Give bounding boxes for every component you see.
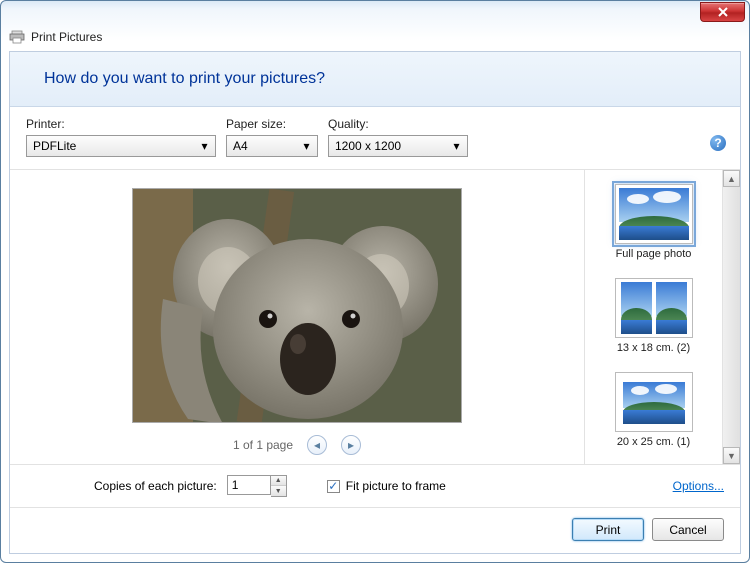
printer-icon: [9, 29, 25, 45]
printer-combobox[interactable]: PDFLite ▾: [26, 135, 216, 157]
scroll-up-button[interactable]: ▲: [723, 170, 740, 187]
print-controls-row: Printer: PDFLite ▾ Paper size: A4 ▾ Qual…: [10, 107, 740, 170]
layout-full-page[interactable]: Full page photo: [589, 178, 718, 268]
close-button[interactable]: [700, 2, 745, 22]
printer-label: Printer:: [26, 117, 216, 131]
quality-group: Quality: 1200 x 1200 ▾: [328, 117, 468, 157]
scroll-track[interactable]: [723, 187, 740, 447]
layout-thumb: [615, 372, 693, 432]
preview-area: 1 of 1 page ◂ ▸: [10, 170, 585, 464]
chevron-down-icon: ▾: [450, 139, 463, 153]
chevron-down-icon: ▾: [198, 139, 211, 153]
close-icon: [717, 7, 729, 17]
printer-value: PDFLite: [33, 139, 76, 153]
printer-group: Printer: PDFLite ▾: [26, 117, 216, 157]
copies-label: Copies of each picture:: [94, 479, 217, 493]
prev-page-button[interactable]: ◂: [307, 435, 327, 455]
triangle-right-icon: ▸: [348, 438, 354, 452]
layout-scrollbar[interactable]: ▲ ▼: [723, 170, 740, 464]
scroll-down-button[interactable]: ▼: [723, 447, 740, 464]
fit-to-frame-checkbox-group: ✓ Fit picture to frame: [327, 479, 446, 493]
quality-combobox[interactable]: 1200 x 1200 ▾: [328, 135, 468, 157]
quality-value: 1200 x 1200: [335, 139, 401, 153]
print-button[interactable]: Print: [572, 518, 644, 541]
layout-13x18[interactable]: 13 x 18 cm. (2): [589, 272, 718, 362]
koala-image: [133, 189, 462, 423]
options-link[interactable]: Options...: [673, 479, 724, 493]
button-row: Print Cancel: [10, 508, 740, 553]
copies-input[interactable]: [227, 475, 271, 495]
paper-size-combobox[interactable]: A4 ▾: [226, 135, 318, 157]
copies-decrement-button[interactable]: ▼: [271, 486, 286, 496]
preview-photo: [132, 188, 462, 423]
triangle-left-icon: ◂: [314, 438, 320, 452]
help-button[interactable]: ?: [710, 135, 726, 151]
paper-size-group: Paper size: A4 ▾: [226, 117, 318, 157]
fit-to-frame-checkbox[interactable]: ✓: [327, 480, 340, 493]
layout-list[interactable]: Full page photo 13 x 18 cm. (2): [585, 170, 723, 464]
titlebar: [1, 1, 749, 27]
layout-label: 20 x 25 cm. (1): [617, 436, 690, 448]
layout-label: Full page photo: [616, 248, 692, 260]
check-icon: ✓: [328, 479, 338, 493]
main-panel: How do you want to print your pictures? …: [9, 51, 741, 554]
layout-label: 13 x 18 cm. (2): [617, 342, 690, 354]
body-row: 1 of 1 page ◂ ▸: [10, 170, 740, 465]
help-icon: ?: [714, 136, 721, 150]
dialog-title: Print Pictures: [31, 30, 102, 44]
copies-increment-button[interactable]: ▲: [271, 476, 286, 486]
layout-thumb: [615, 184, 693, 244]
page-indicator: 1 of 1 page: [233, 438, 293, 452]
options-row: Copies of each picture: ▲ ▼ ✓ Fit pictur…: [10, 465, 740, 508]
copies-spinner: ▲ ▼: [227, 475, 287, 497]
paper-size-value: A4: [233, 139, 248, 153]
quality-label: Quality:: [328, 117, 468, 131]
print-pictures-dialog: Print Pictures How do you want to print …: [0, 0, 750, 563]
layout-thumb: [615, 278, 693, 338]
fit-to-frame-label: Fit picture to frame: [346, 479, 446, 493]
question-heading: How do you want to print your pictures?: [10, 52, 740, 107]
dialog-header: Print Pictures: [1, 27, 749, 51]
next-page-button[interactable]: ▸: [341, 435, 361, 455]
paper-size-label: Paper size:: [226, 117, 318, 131]
cancel-button[interactable]: Cancel: [652, 518, 724, 541]
chevron-down-icon: ▾: [300, 139, 313, 153]
pager: 1 of 1 page ◂ ▸: [233, 435, 361, 455]
layout-20x25[interactable]: 20 x 25 cm. (1): [589, 366, 718, 456]
